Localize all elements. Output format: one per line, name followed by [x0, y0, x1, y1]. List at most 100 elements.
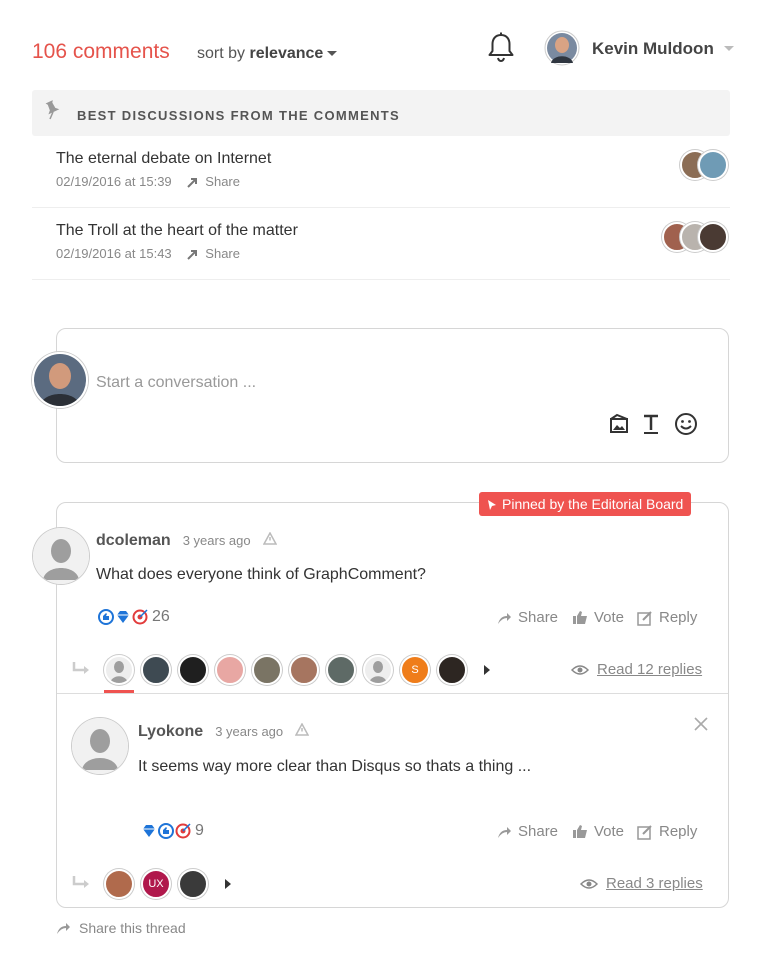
- thumbs-up-icon: [573, 611, 587, 624]
- discussion-title[interactable]: The eternal debate on Internet: [56, 150, 271, 168]
- share-thread-link[interactable]: Share this thread: [56, 920, 186, 936]
- discussion-item[interactable]: The Troll at the heart of the matter 02/…: [32, 208, 730, 280]
- target-reaction-icon: [132, 609, 148, 625]
- sort-prefix: sort by: [197, 45, 250, 62]
- share-button[interactable]: Share: [497, 609, 558, 626]
- discussion-meta: 02/19/2016 at 15:39 Share: [56, 174, 240, 189]
- avatar[interactable]: [104, 655, 134, 685]
- discussion-date: 02/19/2016 at 15:39: [56, 174, 172, 189]
- share-button[interactable]: Share: [497, 823, 558, 840]
- eye-icon: [571, 664, 589, 675]
- share-arrow-icon: [57, 923, 70, 934]
- avatar[interactable]: [289, 655, 319, 685]
- reaction-count: 26: [152, 608, 170, 625]
- bell-icon[interactable]: [486, 31, 516, 63]
- share-button[interactable]: Share: [187, 174, 240, 189]
- reply-time: 3 years ago: [215, 724, 284, 739]
- vote-label: Vote: [594, 823, 625, 840]
- replier-avatars: UX: [104, 869, 231, 899]
- pinned-badge: Pinned by the Editorial Board: [479, 492, 692, 516]
- share-arrow-icon: [187, 178, 198, 188]
- discussion-item[interactable]: The eternal debate on Internet 02/19/201…: [32, 136, 730, 208]
- avatar[interactable]: [363, 655, 393, 685]
- vote-button[interactable]: Vote: [572, 823, 624, 840]
- default-user-icon: [72, 718, 128, 774]
- avatar[interactable]: [104, 869, 134, 899]
- reply-button[interactable]: Reply: [637, 609, 697, 626]
- discussion-date: 02/19/2016 at 15:43: [56, 246, 172, 261]
- avatar: [698, 150, 728, 180]
- avatar[interactable]: [215, 655, 245, 685]
- avatar[interactable]: [252, 655, 282, 685]
- avatar[interactable]: S: [400, 655, 430, 685]
- composer-avatar: [32, 352, 88, 408]
- image-icon[interactable]: [607, 412, 631, 436]
- read-replies-label: Read 3 replies: [606, 875, 703, 892]
- emoji-icon[interactable]: [674, 412, 698, 436]
- pinned-label: Pinned by the Editorial Board: [502, 496, 684, 512]
- reactions[interactable]: 26: [98, 608, 170, 626]
- comment-time: 3 years ago: [182, 533, 251, 548]
- edit-icon: [637, 824, 652, 840]
- share-arrow-icon: [187, 250, 198, 260]
- avatar[interactable]: [437, 655, 467, 685]
- more-avatars-arrow-icon[interactable]: [225, 879, 231, 889]
- comment-header: dcoleman 3 years ago: [96, 532, 277, 550]
- conversation-input[interactable]: [96, 372, 596, 394]
- user-avatar[interactable]: [544, 30, 580, 66]
- diamond-reaction-icon: [117, 611, 129, 623]
- vote-label: Vote: [594, 609, 625, 626]
- sort-dropdown[interactable]: sort by relevance: [197, 45, 338, 63]
- comment-author[interactable]: dcoleman: [96, 532, 171, 550]
- sort-value: relevance: [249, 45, 324, 62]
- more-avatars-arrow-icon[interactable]: [484, 665, 490, 675]
- avatar[interactable]: [178, 655, 208, 685]
- share-button[interactable]: Share: [187, 246, 240, 261]
- read-replies-link[interactable]: Read 3 replies: [580, 875, 703, 892]
- comment-composer[interactable]: [56, 328, 729, 463]
- share-thread-label: Share this thread: [79, 920, 186, 936]
- share-label: Share: [518, 823, 559, 840]
- reply-label: Reply: [659, 823, 698, 840]
- share-arrow-icon: [498, 612, 511, 624]
- chevron-down-icon: [327, 51, 338, 57]
- comment-count: 106 comments: [32, 40, 170, 63]
- report-icon[interactable]: [262, 532, 277, 545]
- reply-arrow-icon: [72, 875, 92, 896]
- text-format-icon[interactable]: [639, 412, 663, 436]
- like-reaction-icon: [158, 823, 174, 839]
- reply-avatar[interactable]: [72, 718, 128, 774]
- eye-icon: [580, 878, 598, 889]
- reply-text: It seems way more clear than Disqus so t…: [138, 758, 532, 775]
- replier-avatars: S: [104, 655, 490, 685]
- target-reaction-icon: [175, 823, 191, 839]
- reply-arrow-icon: [72, 661, 92, 682]
- avatar[interactable]: [141, 655, 171, 685]
- reactions[interactable]: 9: [141, 822, 204, 840]
- avatar[interactable]: UX: [141, 869, 171, 899]
- share-label: Share: [518, 609, 559, 626]
- discussion-meta: 02/19/2016 at 15:43 Share: [56, 246, 240, 261]
- reply-author[interactable]: Lyokone: [138, 723, 203, 741]
- discussion-title[interactable]: The Troll at the heart of the matter: [56, 222, 298, 240]
- pin-icon: [488, 500, 496, 510]
- report-icon[interactable]: [295, 723, 310, 736]
- avatar[interactable]: [326, 655, 356, 685]
- divider: [57, 693, 728, 694]
- chevron-down-icon[interactable]: [724, 46, 734, 51]
- reaction-count: 9: [195, 822, 204, 839]
- reply-button[interactable]: Reply: [637, 823, 697, 840]
- read-replies-label: Read 12 replies: [597, 661, 703, 678]
- avatar: [698, 222, 728, 252]
- close-icon[interactable]: [693, 716, 709, 737]
- read-replies-link[interactable]: Read 12 replies: [571, 661, 702, 678]
- participant-avatars: [662, 222, 728, 252]
- vote-button[interactable]: Vote: [572, 609, 624, 626]
- comment-thread: [56, 502, 729, 908]
- avatar[interactable]: [178, 869, 208, 899]
- comment-avatar[interactable]: [33, 528, 89, 584]
- share-label: Share: [205, 174, 240, 189]
- user-name[interactable]: Kevin Muldoon: [592, 39, 714, 59]
- share-arrow-icon: [498, 826, 511, 838]
- share-label: Share: [205, 246, 240, 261]
